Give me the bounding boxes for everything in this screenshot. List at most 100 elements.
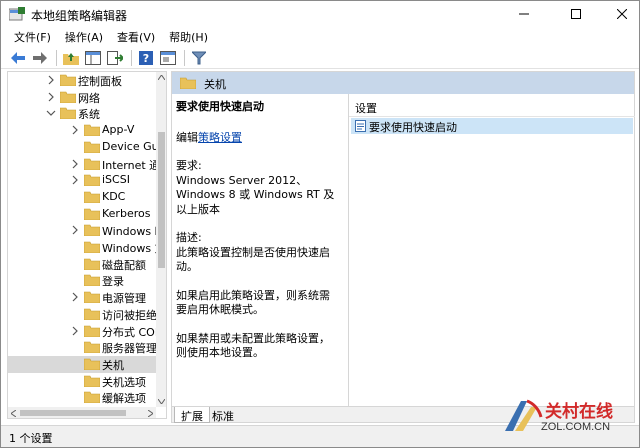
tree-item[interactable]: 分布式 COM — [8, 323, 156, 340]
chevron-right-icon[interactable] — [70, 125, 80, 135]
filter-button[interactable] — [190, 49, 208, 67]
tree-item[interactable]: 电源管理 — [8, 289, 156, 306]
settings-row[interactable]: 要求使用快速启动 — [351, 118, 633, 134]
scroll-left-button[interactable] — [8, 407, 19, 418]
details-header: 关机 — [172, 72, 634, 94]
policy-setting-icon — [355, 120, 366, 132]
folder-icon — [84, 241, 100, 253]
tree-item[interactable]: 登录 — [8, 272, 156, 289]
tree-item[interactable]: Windows 时间 — [8, 222, 156, 239]
menu-file[interactable]: 文件(F) — [7, 27, 58, 45]
tree-horizontal-scrollbar[interactable] — [8, 407, 156, 418]
title-bar: 本地组策略编辑器 — [1, 1, 639, 27]
tree-item-label: 登录 — [102, 275, 124, 289]
tree-item[interactable]: 控制面板 — [8, 72, 156, 89]
tree-item[interactable]: Windows 文件 — [8, 239, 156, 256]
settings-column-header[interactable]: 设置 — [349, 97, 635, 117]
details-header-title: 关机 — [204, 78, 226, 91]
chevron-right-icon[interactable] — [70, 225, 80, 235]
tree-pane[interactable]: 缓解选项 关机选项 关机 服务器管理器分布式 COM 访问被拒绝协电源管理 登录 磁盘配额 W… — [7, 71, 167, 419]
tree-item[interactable]: 关机选项 — [8, 373, 156, 390]
export-list-button[interactable] — [106, 49, 124, 67]
folder-icon — [84, 358, 100, 370]
menu-bar: 文件(F) 操作(A) 查看(V) 帮助(H) — [1, 27, 639, 45]
folder-icon — [180, 77, 196, 89]
folder-icon — [84, 308, 100, 320]
tree-item-label: Windows 时间 — [102, 225, 156, 239]
folder-icon — [84, 174, 100, 187]
minimize-button[interactable] — [501, 1, 547, 27]
tab-extended[interactable]: 扩展 — [174, 407, 210, 423]
up-level-button[interactable] — [62, 49, 80, 67]
export-list-icon — [107, 50, 123, 65]
maximize-icon — [571, 9, 581, 19]
chevron-right-icon[interactable] — [70, 292, 80, 302]
chevron-right-icon[interactable] — [46, 75, 56, 85]
help-button[interactable]: ? — [137, 49, 155, 67]
chevron-right-icon[interactable] — [70, 159, 80, 169]
edit-prefix: 编辑 — [176, 130, 198, 144]
toolbar-separator — [131, 49, 132, 66]
tree-item[interactable]: 网络 — [8, 89, 156, 106]
tree-item[interactable]: App-V — [8, 122, 156, 139]
back-arrow-icon — [11, 51, 25, 64]
close-button[interactable] — [599, 1, 640, 27]
chevron-right-icon[interactable] — [46, 92, 56, 102]
toolbar-separator — [184, 49, 185, 66]
scroll-up-button[interactable] — [156, 72, 166, 83]
tree-item-label: 关机 — [102, 358, 124, 372]
description-label: 描述: — [176, 231, 202, 244]
menu-help[interactable]: 帮助(H) — [162, 27, 215, 45]
tree-item[interactable]: 服务器管理器 — [8, 339, 156, 356]
enabled-text: 如果启用此策略设置，则系统需要启用休眠模式。 — [176, 288, 330, 317]
folder-icon — [84, 124, 100, 137]
toolbar-separator — [56, 49, 57, 66]
chevron-right-icon[interactable] — [70, 175, 80, 185]
back-button[interactable] — [9, 49, 27, 67]
tree-item[interactable]: 磁盘配额 — [8, 256, 156, 273]
folder-icon — [84, 275, 100, 287]
tree-item-label: KDC — [102, 189, 126, 203]
maximize-button[interactable] — [553, 1, 599, 27]
tree-item[interactable]: 访问被拒绝协 — [8, 306, 156, 323]
tree-item-label: 关机选项 — [102, 375, 146, 389]
tree-horizontal-scroll-thumb[interactable] — [20, 410, 126, 416]
folder-icon — [84, 224, 100, 237]
tree-vertical-scrollbar[interactable] — [156, 72, 166, 407]
tree-item[interactable]: iSCSI — [8, 172, 156, 189]
chevron-left-icon — [11, 409, 16, 417]
folder-icon — [60, 74, 76, 86]
tree-item[interactable]: Internet 通信 — [8, 156, 156, 173]
menu-view[interactable]: 查看(V) — [110, 27, 162, 45]
edit-policy-link[interactable]: 策略设置 — [198, 131, 242, 144]
chevron-right-icon[interactable] — [70, 326, 80, 336]
tree-item[interactable]: 系统 — [8, 105, 156, 122]
tree-item[interactable]: KDC — [8, 189, 156, 206]
details-pane: 关机 要求使用快速启动 编辑策略设置 要求: Windows Server 201… — [171, 71, 635, 423]
description-block: 描述: 此策略设置控制是否使用快速启动。 — [176, 231, 338, 275]
tree-item-label: App-V — [102, 123, 135, 137]
menu-action[interactable]: 操作(A) — [58, 27, 110, 45]
folder-icon — [60, 108, 76, 120]
tree-item-label: 系统 — [78, 108, 100, 122]
tree-vertical-scroll-thumb[interactable] — [158, 132, 165, 268]
tab-standard[interactable]: 标准 — [206, 407, 240, 423]
chevron-up-icon — [158, 75, 165, 80]
tree-item[interactable]: Kerberos — [8, 206, 156, 223]
forward-button[interactable] — [31, 49, 49, 67]
settings-list: 设置 要求使用快速启动 — [348, 94, 635, 412]
folder-icon — [84, 191, 100, 203]
tree-item[interactable]: Device Guard — [8, 139, 156, 156]
tree-item-label: 服务器管理器 — [102, 342, 156, 356]
scroll-right-button[interactable] — [145, 407, 156, 418]
tree-item[interactable]: 关机 — [8, 355, 156, 373]
scroll-down-button[interactable] — [156, 396, 166, 407]
watermark-cn: 关村在线 — [545, 402, 613, 422]
folder-icon — [60, 91, 76, 103]
edit-policy-line: 编辑策略设置 — [176, 131, 338, 146]
zol-logo-icon — [505, 399, 543, 431]
properties-button[interactable] — [159, 49, 177, 67]
chevron-down-icon[interactable] — [46, 108, 56, 118]
tree-item[interactable]: 缓解选项 — [8, 389, 156, 406]
show-hide-tree-button[interactable] — [84, 49, 102, 67]
